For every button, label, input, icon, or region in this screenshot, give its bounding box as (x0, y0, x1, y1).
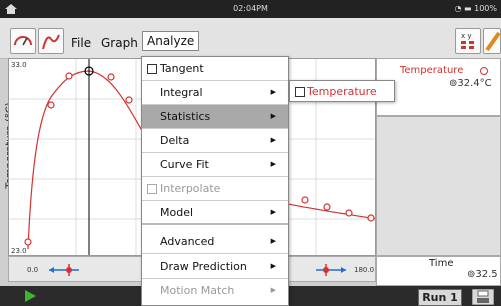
interpolate-checkbox (147, 184, 157, 194)
submenu-arrow-icon: ▶ (270, 88, 276, 96)
statistics-submenu: Temperature (289, 80, 395, 102)
x-scroll-left-icon[interactable] (47, 262, 81, 278)
graph-icon (42, 34, 60, 50)
menu-item-curve-fit[interactable]: Curve Fit ▶ (142, 153, 288, 177)
status-time: 02:04PM (233, 4, 268, 13)
series-marker-icon (480, 67, 488, 75)
statistics-temperature-label[interactable]: Temperature (307, 85, 377, 98)
submenu-arrow-icon: ▶ (270, 208, 276, 216)
temperature-meter-value: ⊚32.4°C (449, 78, 492, 89)
menu-item-model[interactable]: Model ▶ (142, 201, 288, 225)
play-icon[interactable] (20, 289, 40, 303)
menu-item-interpolate: Interpolate (142, 177, 288, 201)
submenu-arrow-icon: ▶ (270, 112, 276, 120)
table-icon: x y (461, 32, 474, 49)
menu-item-integral[interactable]: Integral ▶ (142, 81, 288, 105)
submenu-arrow-icon: ▶ (270, 286, 276, 294)
save-icon[interactable] (472, 289, 494, 305)
y-max-tick: 33.0 (11, 61, 27, 69)
table-view-button[interactable]: x y (455, 28, 481, 54)
svg-text:x y: x y (461, 32, 472, 40)
time-meter[interactable]: Time ⊚32.5 (376, 256, 501, 286)
meter-panel-empty (376, 116, 501, 256)
menu-item-tangent[interactable]: Tangent (142, 57, 288, 81)
submenu-arrow-icon: ▶ (270, 237, 276, 245)
menu-item-delta[interactable]: Delta ▶ (142, 129, 288, 153)
menu-item-draw-prediction[interactable]: Draw Prediction ▶ (142, 255, 288, 279)
battery-icon: ▬ (464, 4, 472, 13)
submenu-arrow-icon: ▶ (270, 136, 276, 144)
menu-graph[interactable]: Graph (101, 36, 138, 50)
y-min-tick: 23.0 (11, 247, 27, 255)
menu-item-advanced[interactable]: Advanced ▶ (142, 230, 288, 254)
x-scroll-right-icon[interactable] (314, 262, 348, 278)
pencil-icon (485, 31, 501, 52)
menu-file[interactable]: File (71, 36, 91, 50)
wifi-icon: ◔ (454, 4, 462, 13)
x-max-label: 180.0 (354, 266, 375, 274)
menu-item-statistics[interactable]: Statistics ▶ (142, 105, 288, 129)
meter-icon (14, 36, 32, 46)
tangent-checkbox[interactable] (147, 64, 157, 74)
status-right: ◔ ▬ 100% (454, 4, 497, 13)
notes-button[interactable] (483, 28, 501, 54)
submenu-arrow-icon: ▶ (270, 160, 276, 168)
toolbar: File Graph Analyze x y (0, 18, 501, 59)
statistics-temperature-checkbox[interactable] (295, 87, 305, 97)
menu-item-motion-match: Motion Match ▶ (160, 284, 276, 297)
time-meter-label: Time (429, 258, 454, 269)
temperature-meter-label: Temperature (400, 65, 464, 76)
battery-percent: 100% (474, 4, 497, 13)
time-meter-value: ⊚32.5 (467, 269, 498, 280)
status-bar: 02:04PM ◔ ▬ 100% (0, 0, 501, 18)
run-selector-button[interactable]: Run 1 (418, 289, 462, 306)
analyze-menu: Tangent Integral ▶ Statistics ▶ Delta ▶ … (141, 56, 289, 306)
x-min-label: 0.0 (27, 266, 39, 274)
submenu-arrow-icon: ▶ (270, 262, 276, 270)
menu-analyze[interactable]: Analyze (142, 31, 200, 51)
meter-view-button[interactable] (10, 28, 36, 54)
graph-view-button[interactable] (38, 28, 64, 54)
